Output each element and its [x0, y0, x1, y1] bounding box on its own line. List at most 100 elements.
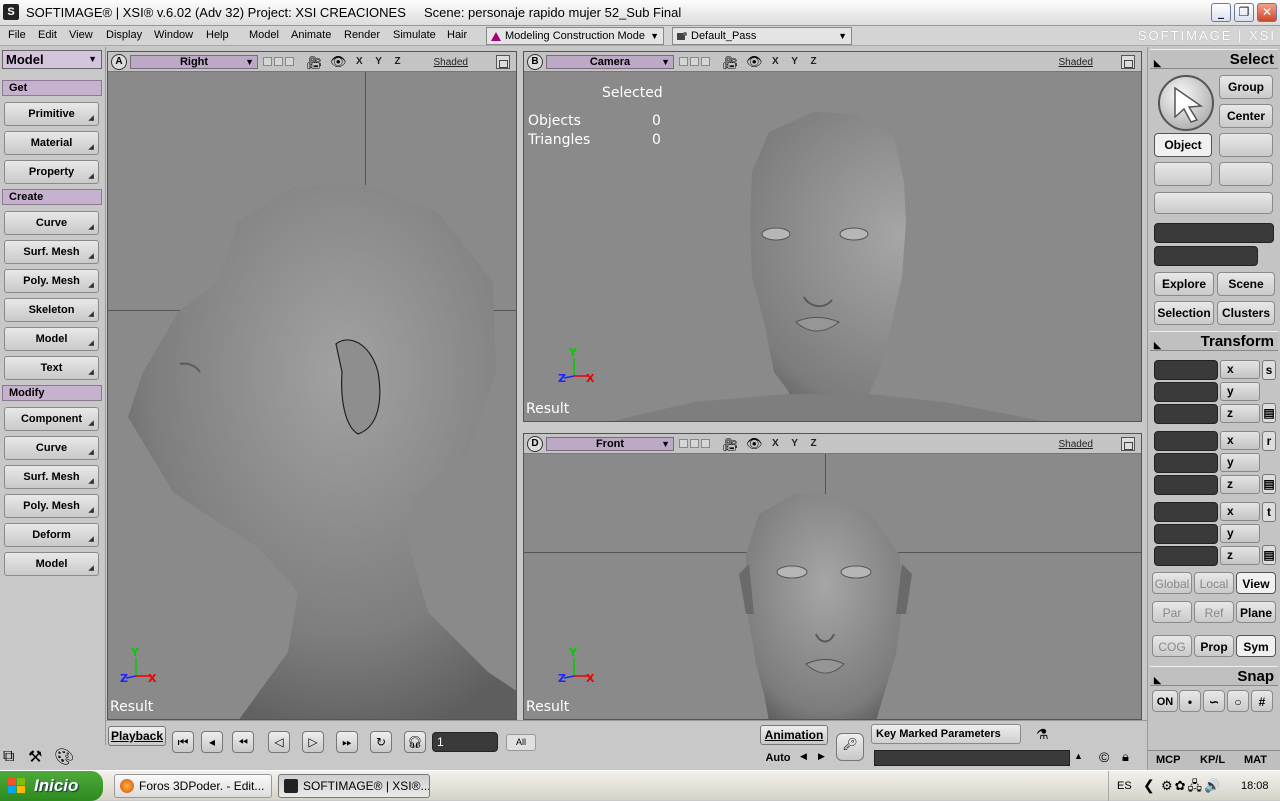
- create-skeleton-button[interactable]: Skeleton: [4, 298, 99, 322]
- selection-field[interactable]: [1154, 246, 1258, 266]
- get-material-button[interactable]: Material: [4, 131, 99, 155]
- ref-button[interactable]: Ref: [1194, 601, 1234, 623]
- rotate-x-button[interactable]: x: [1220, 431, 1260, 450]
- menu-edit[interactable]: Edit: [38, 29, 57, 41]
- view-button[interactable]: View: [1236, 572, 1276, 594]
- taskbar-item-softimage[interactable]: SOFTIMAGE® | XSI®...: [278, 774, 430, 798]
- tab-kpl[interactable]: KP/L: [1200, 754, 1225, 766]
- tab-mcp[interactable]: MCP: [1156, 754, 1180, 766]
- viewport-b-shading-menu[interactable]: Shaded: [1059, 57, 1093, 68]
- create-model-button[interactable]: Model: [4, 327, 99, 351]
- camera-icon[interactable]: 🎥︎: [722, 55, 739, 71]
- create-text-button[interactable]: Text: [4, 356, 99, 380]
- select-empty-button[interactable]: [1219, 133, 1273, 157]
- modify-curve-button[interactable]: Curve: [4, 436, 99, 460]
- maximize-viewport-icon[interactable]: [496, 55, 510, 69]
- get-primitive-button[interactable]: Primitive: [4, 102, 99, 126]
- clusters-button[interactable]: Clusters: [1217, 301, 1275, 325]
- scale-x-button[interactable]: x: [1220, 360, 1260, 379]
- viewport-d-view-select[interactable]: Front ▼: [546, 437, 674, 451]
- create-poly-mesh-button[interactable]: Poly. Mesh: [4, 269, 99, 293]
- translate-lock-icon[interactable]: ▤: [1262, 545, 1276, 565]
- viewport-b-view-select[interactable]: Camera ▼: [546, 55, 674, 69]
- translate-z-button[interactable]: z: [1220, 546, 1260, 565]
- select-panel-header[interactable]: ◣ Select: [1150, 49, 1278, 69]
- cog-button[interactable]: COG: [1152, 635, 1192, 657]
- viewport-d-label[interactable]: D: [527, 436, 543, 452]
- previous-frame-icon[interactable]: ◂: [201, 731, 223, 753]
- menu-file[interactable]: File: [8, 29, 26, 41]
- lock-icon[interactable]: 🔒︎: [1122, 749, 1129, 765]
- brush-icon[interactable]: ⚒: [28, 747, 42, 767]
- viewport-d[interactable]: D Front ▼ 🎥︎ 👁︎ X Y Z Shaded Y Z X Result: [523, 433, 1142, 720]
- language-indicator[interactable]: ES: [1117, 780, 1132, 792]
- select-arrow-icon[interactable]: [1158, 75, 1214, 131]
- playback-menu-button[interactable]: Playback: [108, 726, 166, 746]
- layers-icon[interactable]: ⧉: [3, 748, 14, 766]
- construction-mode-select[interactable]: Modeling Construction Mode ▼: [486, 27, 664, 45]
- scene-button[interactable]: Scene: [1217, 272, 1275, 296]
- loop-icon[interactable]: ↻: [370, 731, 392, 753]
- prop-button[interactable]: Prop: [1194, 635, 1234, 657]
- rotate-x-field[interactable]: [1154, 431, 1218, 451]
- par-button[interactable]: Par: [1152, 601, 1192, 623]
- viewport-d-toggles[interactable]: [679, 439, 719, 449]
- marked-parameters-field[interactable]: [874, 750, 1070, 766]
- scale-lock-icon[interactable]: ▤: [1262, 403, 1276, 423]
- auto-key-button[interactable]: Auto: [760, 749, 796, 767]
- snap-grid-icon[interactable]: #: [1251, 690, 1273, 712]
- go-to-start-icon[interactable]: ⏪︎: [232, 731, 254, 753]
- viewport-a-view-select[interactable]: Right ▼: [130, 55, 258, 69]
- rotate-y-field[interactable]: [1154, 453, 1218, 473]
- close-button[interactable]: ✕: [1257, 3, 1277, 22]
- selection-button[interactable]: Selection: [1154, 301, 1214, 325]
- modify-poly-mesh-button[interactable]: Poly. Mesh: [4, 494, 99, 518]
- eye-icon[interactable]: 👁︎: [746, 54, 763, 70]
- transform-panel-header[interactable]: ◣ Transform: [1150, 331, 1278, 351]
- snap-surface-icon[interactable]: ○: [1227, 690, 1249, 712]
- rotate-mode-button[interactable]: r: [1262, 431, 1276, 451]
- animation-menu-button[interactable]: Animation: [760, 725, 828, 745]
- first-frame-icon[interactable]: ⏮︎: [172, 731, 194, 753]
- maximize-viewport-icon[interactable]: [1121, 55, 1135, 69]
- key-marked-parameters-button[interactable]: Key Marked Parameters: [871, 724, 1021, 744]
- scale-mode-button[interactable]: s: [1262, 360, 1276, 380]
- select-object-button[interactable]: Object: [1154, 133, 1212, 157]
- explore-button[interactable]: Explore: [1154, 272, 1214, 296]
- translate-y-button[interactable]: y: [1220, 524, 1260, 543]
- menu-window[interactable]: Window: [154, 29, 193, 41]
- get-property-button[interactable]: Property: [4, 160, 99, 184]
- go-to-end-icon[interactable]: ⏩︎: [336, 731, 358, 753]
- eye-icon[interactable]: 👁︎: [330, 54, 347, 70]
- snap-curve-icon[interactable]: ∽: [1203, 690, 1225, 712]
- tab-mat[interactable]: MAT: [1244, 754, 1267, 766]
- current-frame-input[interactable]: 1: [432, 732, 498, 752]
- rotate-y-button[interactable]: y: [1220, 453, 1260, 472]
- palette-icon[interactable]: 🎨︎: [54, 747, 74, 767]
- rotate-z-field[interactable]: [1154, 475, 1218, 495]
- menu-animate[interactable]: Animate: [291, 29, 331, 41]
- menu-render[interactable]: Render: [344, 29, 380, 41]
- modify-deform-button[interactable]: Deform: [4, 523, 99, 547]
- viewport-a[interactable]: A Right ▼ 🎥︎ 👁︎ X Y Z Shaded Y Z X Result: [107, 51, 517, 720]
- scale-x-field[interactable]: [1154, 360, 1218, 380]
- camera-icon[interactable]: 🎥︎: [306, 55, 323, 71]
- modify-component-button[interactable]: Component: [4, 407, 99, 431]
- rotate-lock-icon[interactable]: ▤: [1262, 474, 1276, 494]
- softimage-app-icon[interactable]: S: [3, 4, 19, 20]
- modify-surf-mesh-button[interactable]: Surf. Mesh: [4, 465, 99, 489]
- local-button[interactable]: Local: [1194, 572, 1234, 594]
- create-curve-button[interactable]: Curve: [4, 211, 99, 235]
- render-pass-select[interactable]: Default_Pass ▼: [672, 27, 852, 45]
- tray-expand-icon[interactable]: ❮: [1143, 777, 1155, 794]
- viewport-a-axis-toggle[interactable]: X Y Z: [356, 56, 406, 67]
- viewport-d-shading-menu[interactable]: Shaded: [1059, 439, 1093, 450]
- select-filter-bar[interactable]: [1154, 192, 1273, 214]
- select-empty-button[interactable]: [1219, 162, 1273, 186]
- tray-icons[interactable]: ⚙✿🖧🔊: [1161, 777, 1222, 799]
- audio-icon[interactable]: 🎧︎: [404, 731, 426, 753]
- modify-model-button[interactable]: Model: [4, 552, 99, 576]
- global-button[interactable]: Global: [1152, 572, 1192, 594]
- minimize-button[interactable]: _: [1211, 3, 1231, 22]
- scale-z-field[interactable]: [1154, 404, 1218, 424]
